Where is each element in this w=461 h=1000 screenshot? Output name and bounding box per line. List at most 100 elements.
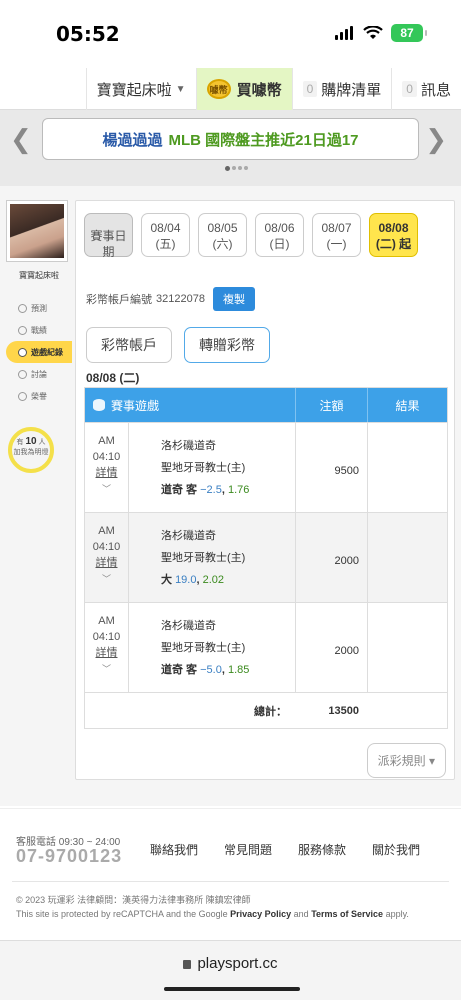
- detail-link[interactable]: 詳情: [85, 555, 128, 571]
- main-content: 寶寶起床啦 預測 戰績 遊戲紀錄 討論 榮譽 有 10 人 加我為明燈 賽事日期…: [0, 186, 461, 806]
- chevron-down-icon[interactable]: ﹀: [85, 661, 128, 677]
- payout-rules-button[interactable]: 派彩規則 ▾: [366, 743, 446, 778]
- weekday-text: (一): [326, 237, 347, 251]
- footer-links: 聯絡我們 常見問題 服務條款 關於我們: [150, 841, 420, 858]
- away-team: 洛杉磯道奇: [161, 530, 216, 542]
- profile-username: 寶寶起床啦: [19, 271, 59, 280]
- date-option[interactable]: 08/04 (五): [141, 213, 190, 257]
- detail-link[interactable]: 詳情: [85, 465, 128, 481]
- header-amount: 注額: [295, 388, 367, 422]
- sidebar-item-label: 遊戲紀錄: [31, 347, 63, 357]
- avatar-image: [10, 204, 64, 258]
- sidebar-item-label: 討論: [31, 369, 47, 379]
- date-text: 08/06: [264, 221, 295, 235]
- coin-icon: 噱幣: [206, 79, 231, 99]
- chat-icon: [18, 369, 27, 379]
- date-text: 08/07: [321, 221, 352, 235]
- handicap-line: −5.0: [200, 664, 222, 676]
- table-header: 賽事遊戲 注額 結果: [85, 388, 447, 422]
- current-date-heading: 08/08 (二): [86, 371, 140, 385]
- banner-slide[interactable]: 楊過過過 MLB 國際盤主推近21日過17: [42, 118, 419, 160]
- carousel-dot[interactable]: [225, 166, 230, 171]
- cart-link[interactable]: 0 購牌清單: [291, 68, 392, 110]
- odds-value: 1.85: [227, 664, 250, 676]
- weekday-text: (二) 起: [375, 237, 412, 251]
- buy-coins-button[interactable]: 噱幣 買噱幣: [195, 68, 292, 110]
- account-label: 彩幣帳戶編號: [86, 294, 152, 306]
- date-option[interactable]: 08/05 (六): [198, 213, 247, 257]
- sidebar-item-label: 戰績: [31, 325, 47, 335]
- sidebar-item-game-history[interactable]: 遊戲紀錄: [6, 341, 72, 363]
- weekday-text: (六): [212, 237, 233, 251]
- carousel-dot[interactable]: [238, 166, 242, 170]
- time-value: 04:10: [92, 451, 121, 463]
- header-game-label: 賽事遊戲: [111, 398, 160, 413]
- copy-button[interactable]: 複製: [212, 287, 255, 311]
- recaptcha-text: This site is protected by reCAPTCHA and …: [16, 909, 231, 919]
- game-info: 洛杉磯道奇 聖地牙哥教士(主) 大 19.0, 2.02: [129, 513, 295, 602]
- sidebar-item-discussion[interactable]: 討論: [6, 363, 72, 385]
- bet-pick: 道奇 客 −2.5, 1.76: [161, 484, 250, 496]
- footer-link-terms[interactable]: 服務條款: [298, 841, 346, 858]
- sidebar-item-predictions[interactable]: 預測: [6, 297, 72, 319]
- recaptcha-and: and: [291, 909, 312, 919]
- banner-carousel: ❮ 楊過過過 MLB 國際盤主推近21日過17 ❯: [0, 110, 461, 186]
- home-team: 聖地牙哥教士(主): [161, 552, 246, 564]
- date-text: 08/08: [378, 221, 409, 235]
- footer-link-about[interactable]: 關於我們: [372, 841, 420, 858]
- user-menu[interactable]: 寶寶起床啦 ▼: [85, 68, 196, 110]
- terms-of-service-link[interactable]: Terms of Service: [311, 909, 383, 919]
- bet-result: [367, 513, 447, 602]
- service-phone[interactable]: 07-9700123: [16, 846, 122, 867]
- tab-transfer-coins[interactable]: 轉贈彩幣: [184, 327, 270, 363]
- avatar[interactable]: [6, 200, 68, 262]
- status-time: 05:52: [56, 22, 120, 46]
- sidebar-menu: 預測 戰績 遊戲紀錄 討論 榮譽: [6, 297, 72, 407]
- privacy-policy-link[interactable]: Privacy Policy: [230, 909, 291, 919]
- cart-count-badge: 0: [302, 81, 318, 97]
- chevron-left-icon[interactable]: ❮: [10, 124, 32, 155]
- tab-coin-account[interactable]: 彩幣帳戶: [86, 327, 172, 363]
- messages-link[interactable]: 0 訊息: [391, 68, 461, 110]
- status-bar: 05:52 87: [0, 0, 461, 68]
- detail-link[interactable]: 詳情: [85, 645, 128, 661]
- footer-link-faq[interactable]: 常見問題: [224, 841, 272, 858]
- sidebar-item-honors[interactable]: 榮譽: [6, 385, 72, 407]
- database-icon: [93, 399, 105, 411]
- footer-link-contact[interactable]: 聯絡我們: [150, 841, 198, 858]
- game-time: AM 04:10 詳情 ﹀: [85, 603, 129, 692]
- date-text: 08/05: [207, 221, 238, 235]
- messages-label: 訊息: [420, 81, 451, 99]
- caret-down-icon: ▼: [175, 83, 186, 95]
- sidebar-item-record[interactable]: 戰績: [6, 319, 72, 341]
- table-total-row: 總計： 13500: [85, 692, 447, 728]
- bet-amount: 2000: [295, 603, 367, 692]
- away-team: 洛杉磯道奇: [161, 440, 216, 452]
- bet-result: [367, 423, 447, 512]
- top-nav: 寶寶起床啦 ▼ 噱幣 買噱幣 0 購牌清單 0 訊息: [0, 68, 461, 110]
- game-info: 洛杉磯道奇 聖地牙哥教士(主) 道奇 客 −5.0, 1.85: [129, 603, 295, 692]
- home-indicator[interactable]: [164, 987, 300, 991]
- away-team: 洛杉磯道奇: [161, 620, 216, 632]
- buy-coins-label: 買噱幣: [236, 81, 282, 99]
- chevron-down-icon[interactable]: ﹀: [85, 481, 128, 497]
- detail-link-label: 詳情: [95, 647, 118, 659]
- carousel-dot[interactable]: [232, 166, 236, 170]
- game-time: AM 04:10 詳情 ﹀: [85, 513, 129, 602]
- time-value: 04:10: [92, 541, 121, 553]
- sidebar-item-label: 預測: [31, 303, 47, 313]
- record-icon: [18, 325, 27, 335]
- followers-prefix: 有: [16, 439, 24, 446]
- carousel-dot[interactable]: [244, 166, 248, 170]
- date-option[interactable]: 08/06 (日): [255, 213, 304, 257]
- url-field[interactable]: playsport.cc: [0, 955, 461, 972]
- header-result: 結果: [367, 388, 447, 422]
- chevron-down-icon[interactable]: ﹀: [85, 571, 128, 587]
- lightbulb-followers[interactable]: 有 10 人 加我為明燈: [8, 427, 54, 473]
- bets-table: 賽事遊戲 注額 結果 AM 04:10 詳情 ﹀ 洛杉磯道奇 聖地牙哥教士(主)…: [84, 387, 448, 729]
- time-value: 04:10: [92, 631, 121, 643]
- date-option-selected[interactable]: 08/08 (二) 起: [369, 213, 418, 257]
- date-option[interactable]: 08/07 (一): [312, 213, 361, 257]
- cart-label: 購牌清單: [321, 81, 382, 99]
- chevron-right-icon[interactable]: ❯: [425, 124, 447, 155]
